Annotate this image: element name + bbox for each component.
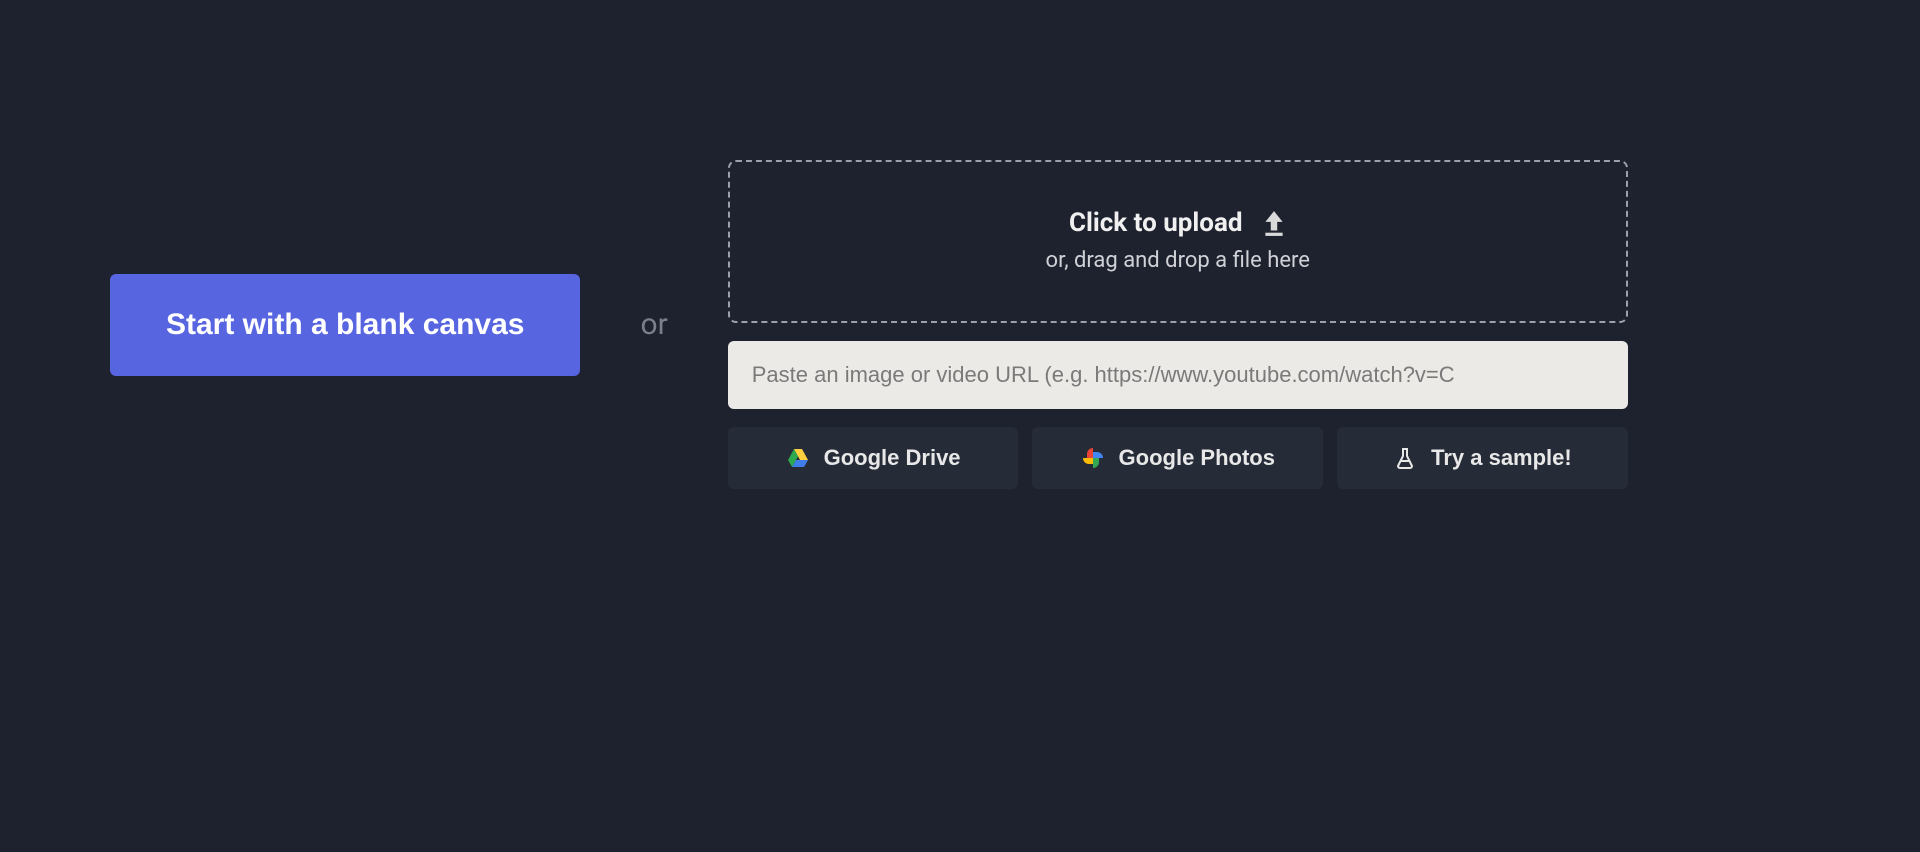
upload-icon [1261, 209, 1287, 237]
or-separator: or [640, 307, 667, 342]
google-photos-button[interactable]: Google Photos [1032, 427, 1323, 489]
upload-subtitle: or, drag and drop a file here [1046, 248, 1310, 273]
try-sample-button[interactable]: Try a sample! [1337, 427, 1628, 489]
google-drive-button[interactable]: Google Drive [728, 427, 1019, 489]
google-drive-icon [786, 446, 810, 470]
google-photos-label: Google Photos [1119, 445, 1275, 471]
upload-title: Click to upload [1069, 208, 1243, 238]
google-photos-icon [1081, 446, 1105, 470]
try-sample-label: Try a sample! [1431, 445, 1572, 471]
url-input[interactable] [728, 341, 1628, 409]
upload-dropzone[interactable]: Click to upload or, drag and drop a file… [728, 160, 1628, 323]
google-drive-label: Google Drive [824, 445, 961, 471]
blank-canvas-button[interactable]: Start with a blank canvas [110, 274, 580, 376]
flask-icon [1393, 446, 1417, 470]
